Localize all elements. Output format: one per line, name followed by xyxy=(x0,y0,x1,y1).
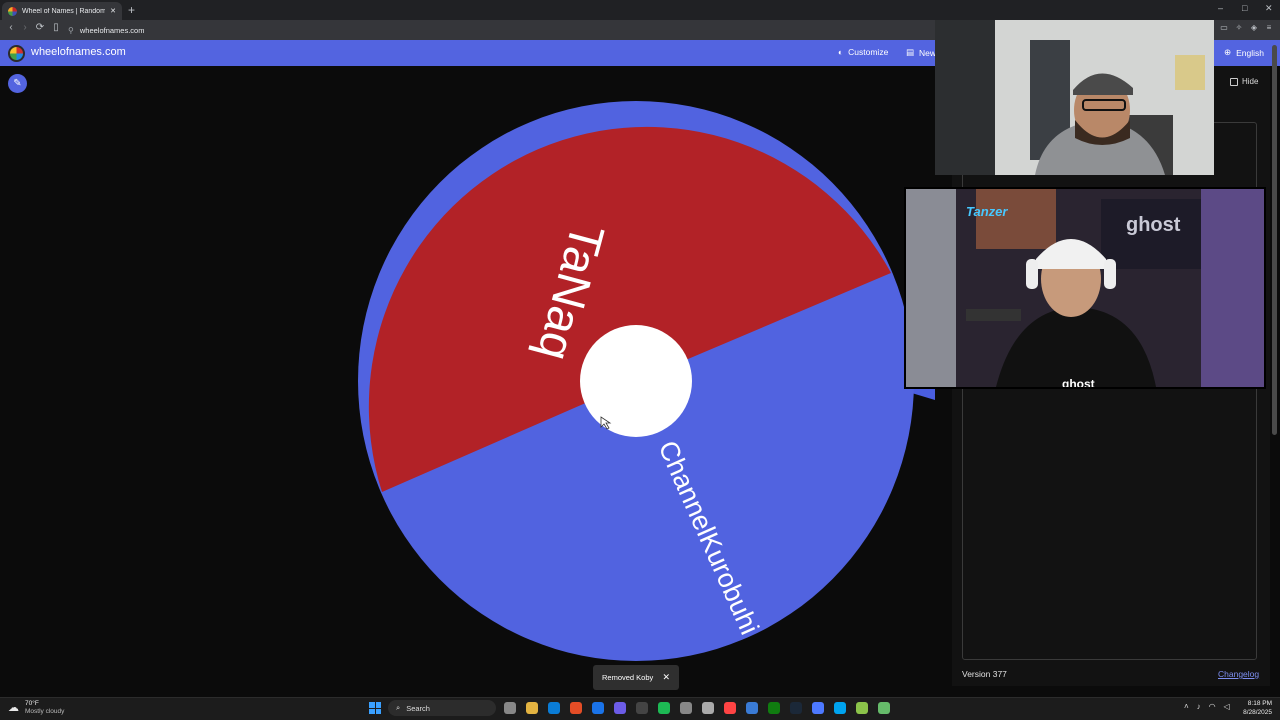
browser-tab-strip xyxy=(0,0,1280,20)
tab-close-icon[interactable]: ✕ xyxy=(110,7,116,15)
taskbar-app-icon[interactable] xyxy=(856,702,868,714)
taskbar-app-icon[interactable] xyxy=(768,702,780,714)
bookmark-icon[interactable]: ▯ xyxy=(49,22,63,33)
taskbar-app-icon[interactable] xyxy=(658,702,670,714)
customize-button[interactable]: ◐ Customize xyxy=(838,47,888,57)
forward-button[interactable]: › xyxy=(18,22,32,33)
webcam-2-video xyxy=(906,189,1264,387)
taskbar-app-icon[interactable] xyxy=(878,702,890,714)
webcam-overlay-1 xyxy=(935,20,1214,175)
taskbar-app-icon[interactable] xyxy=(680,702,692,714)
new-button[interactable]: ▤ New xyxy=(906,47,936,58)
page-scrollbar[interactable] xyxy=(1272,45,1277,435)
taskbar-app-icon[interactable] xyxy=(790,702,802,714)
edit-pencil-button[interactable]: ✎ xyxy=(8,74,27,93)
webcam-overlay-2: Tanzer ghost ghost xyxy=(904,187,1266,389)
taskbar-app-icon[interactable] xyxy=(812,702,824,714)
new-label: New xyxy=(919,47,937,58)
wifi-icon[interactable]: ◠ xyxy=(1209,702,1216,711)
minimize-button[interactable]: – xyxy=(1218,3,1223,13)
taskbar-app-icon[interactable] xyxy=(614,702,626,714)
checkbox-square-icon xyxy=(1230,77,1238,86)
neon-sign-text: Tanzer xyxy=(966,204,1008,219)
weather-description[interactable]: Mostly cloudy xyxy=(25,708,64,715)
document-icon: ▤ xyxy=(906,47,915,57)
globe-icon: ⊕ xyxy=(1224,47,1232,57)
clock-date[interactable]: 8/28/2025 xyxy=(1236,709,1272,716)
shirt-logo-text: ghost xyxy=(1062,377,1095,389)
toast-close-button[interactable]: ✕ xyxy=(662,672,670,683)
taskbar-app-icon[interactable] xyxy=(636,702,648,714)
microphone-icon[interactable]: ♪ xyxy=(1197,702,1201,711)
wheel-center-button[interactable] xyxy=(580,325,692,437)
extensions-icon[interactable]: ✧ xyxy=(1232,23,1246,32)
language-label: English xyxy=(1236,47,1265,58)
weather-temp[interactable]: 70°F xyxy=(25,700,39,707)
wheel[interactable]: TaNaq ChannelKurobuhi xyxy=(358,101,914,661)
toast-notification: Removed Koby ✕ xyxy=(593,665,679,690)
back-button[interactable]: ‹ xyxy=(4,22,18,33)
site-name[interactable]: wheelofnames.com xyxy=(31,46,126,58)
browser-tab[interactable]: Wheel of Names | Random n... ✕ xyxy=(2,2,122,20)
changelog-link[interactable]: Changelog xyxy=(1218,669,1259,679)
taskbar-app-icon[interactable] xyxy=(526,702,538,714)
taskbar-app-icon[interactable] xyxy=(592,702,604,714)
taskbar-app-icon[interactable] xyxy=(834,702,846,714)
language-button[interactable]: ⊕ English xyxy=(1224,47,1264,58)
menu-icon[interactable]: ≡ xyxy=(1262,23,1276,32)
taskbar-app-icon[interactable] xyxy=(702,702,714,714)
weather-cloud-icon[interactable]: ☁ xyxy=(8,701,19,714)
reload-button[interactable]: ⟳ xyxy=(33,22,47,33)
taskbar-app-icon[interactable] xyxy=(570,702,582,714)
maximize-button[interactable]: □ xyxy=(1242,3,1247,13)
toast-message: Removed Koby xyxy=(602,673,654,682)
close-window-button[interactable]: ✕ xyxy=(1265,3,1273,14)
system-tray: ˄ ♪ ◠ ◁ xyxy=(1184,702,1230,711)
volume-icon[interactable]: ◁ xyxy=(1224,702,1230,711)
search-label: Search xyxy=(406,703,430,713)
cast-icon[interactable]: ▭ xyxy=(1217,23,1231,32)
shield-icon[interactable]: ◈ xyxy=(1247,23,1261,32)
wall-sign-text: ghost xyxy=(1126,214,1181,236)
new-tab-button[interactable]: + xyxy=(128,3,135,17)
tab-title: Wheel of Names | Random n... xyxy=(22,7,106,15)
site-logo-icon[interactable] xyxy=(8,45,25,62)
start-button-icon[interactable] xyxy=(369,702,381,714)
clock-time[interactable]: 8:18 PM xyxy=(1242,700,1272,707)
search-icon: ⌕ xyxy=(396,703,401,712)
palette-icon: ◐ xyxy=(838,47,844,57)
hide-checkbox[interactable]: Hide xyxy=(1230,77,1258,86)
taskbar-app-icon[interactable] xyxy=(504,702,516,714)
taskbar-app-icon[interactable] xyxy=(548,702,560,714)
taskbar-app-icon[interactable] xyxy=(746,702,758,714)
hide-label: Hide xyxy=(1242,77,1259,86)
taskbar-search[interactable]: ⌕ Search xyxy=(388,700,496,716)
site-info-icon[interactable]: ⚲ xyxy=(68,26,74,35)
webcam-1-video xyxy=(935,20,1214,175)
pencil-icon: ✎ xyxy=(13,78,22,89)
chevron-up-icon[interactable]: ˄ xyxy=(1184,702,1189,711)
taskbar-app-icon[interactable] xyxy=(724,702,736,714)
version-text: Version 377 xyxy=(962,669,1007,679)
address-bar[interactable]: ⚲ wheelofnames.com xyxy=(68,23,928,37)
customize-label: Customize xyxy=(848,47,889,57)
wheel-favicon-icon xyxy=(8,6,17,16)
url-text: wheelofnames.com xyxy=(79,25,145,35)
